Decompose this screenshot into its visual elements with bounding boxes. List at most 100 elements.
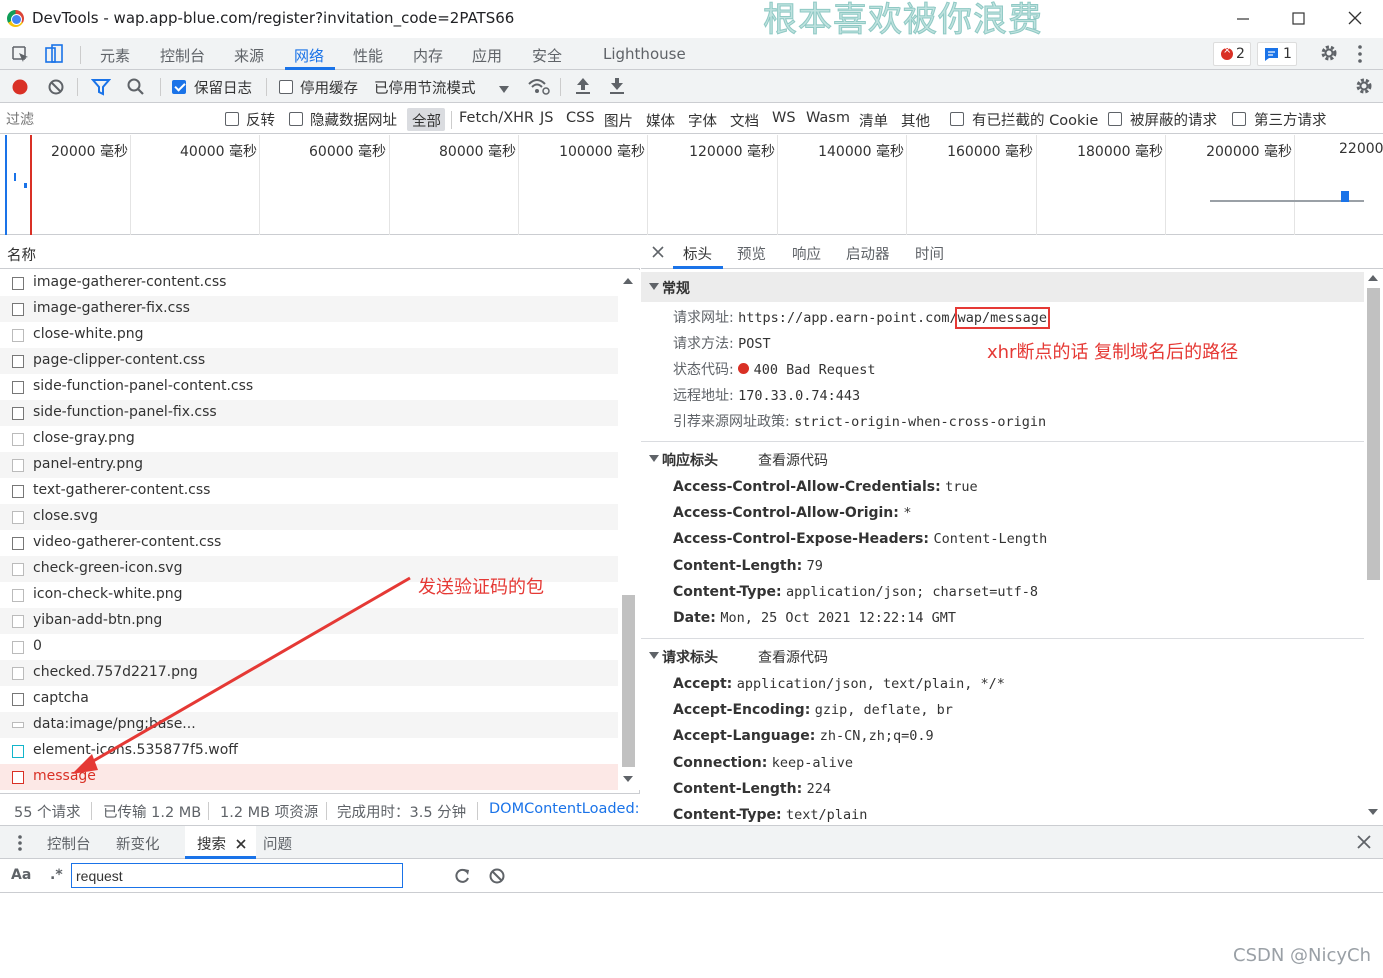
type-filter-css[interactable]: CSS — [566, 110, 595, 126]
tab-sources[interactable]: 来源 — [234, 45, 264, 66]
type-filter-font[interactable]: 字体 — [688, 110, 717, 131]
tab-initiator[interactable]: 启动器 — [846, 243, 890, 264]
header-row: Access-Control-Expose-Headers: Content-L… — [673, 531, 1047, 547]
request-row[interactable]: video-gatherer-content.css — [0, 530, 618, 556]
tab-performance[interactable]: 性能 — [353, 45, 383, 66]
request-url-path-highlight: wap/message — [954, 307, 1051, 329]
regex-toggle[interactable]: .* — [50, 867, 63, 883]
drawer-tab-console[interactable]: 控制台 — [47, 833, 91, 854]
network-settings-button[interactable] — [1354, 76, 1374, 100]
clear-search-button[interactable] — [488, 867, 506, 889]
request-row[interactable]: panel-entry.png — [0, 452, 618, 478]
request-headers-section-header[interactable]: 请求标头 查看源代码 — [641, 641, 1364, 671]
throttling-select[interactable]: 已停用节流模式 — [374, 77, 476, 98]
blocked-requests-checkbox[interactable] — [1108, 112, 1122, 126]
tab-lighthouse[interactable]: Lighthouse — [603, 45, 686, 63]
preserve-log-checkbox[interactable] — [172, 80, 186, 94]
network-conditions-button[interactable] — [527, 76, 551, 100]
errors-badge[interactable]: × 2 — [1213, 42, 1251, 66]
request-row[interactable]: side-function-panel-fix.css — [0, 400, 618, 426]
close-drawer-button[interactable] — [1357, 835, 1371, 853]
close-window-button[interactable] — [1342, 7, 1368, 31]
request-row[interactable]: image-gatherer-fix.css — [0, 296, 618, 322]
request-row[interactable]: close-white.png — [0, 322, 618, 348]
maximize-button[interactable] — [1285, 7, 1311, 31]
detail-scrollbar[interactable] — [1364, 270, 1383, 825]
tab-console[interactable]: 控制台 — [160, 45, 205, 66]
grid-line — [647, 135, 648, 235]
type-filter-js[interactable]: JS — [540, 110, 553, 126]
throttling-dropdown-button[interactable] — [499, 82, 509, 98]
drawer-tab-issues[interactable]: 问题 — [263, 833, 292, 854]
request-view-source-link[interactable]: 查看源代码 — [758, 647, 828, 667]
devtools-settings-button[interactable] — [1319, 43, 1339, 67]
match-case-toggle[interactable]: Aa — [11, 867, 31, 883]
network-overview-timeline[interactable]: 20000 毫秒 40000 毫秒 60000 毫秒 80000 毫秒 1000… — [0, 135, 1383, 235]
request-row[interactable]: checked.757d2217.png — [0, 660, 618, 686]
minimize-button[interactable] — [1230, 7, 1256, 31]
type-filter-all[interactable]: 全部 — [412, 110, 441, 131]
scrollbar-thumb[interactable] — [1367, 288, 1380, 580]
request-row[interactable]: close-gray.png — [0, 426, 618, 452]
tab-preview[interactable]: 预览 — [737, 243, 766, 264]
download-icon — [610, 78, 624, 94]
type-filter-fetch-xhr[interactable]: Fetch/XHR — [459, 110, 534, 126]
filter-toggle-button[interactable] — [90, 78, 112, 100]
tab-elements[interactable]: 元素 — [100, 45, 130, 66]
request-row[interactable]: yiban-add-btn.png — [0, 608, 618, 634]
search-input[interactable] — [71, 863, 403, 888]
request-row[interactable]: page-clipper-content.css — [0, 348, 618, 374]
request-list-scrollbar[interactable] — [618, 270, 640, 790]
type-filter-img[interactable]: 图片 — [604, 110, 633, 131]
request-row[interactable]: captcha — [0, 686, 618, 712]
request-row[interactable]: text-gatherer-content.css — [0, 478, 618, 504]
general-section-header[interactable]: 常规 — [641, 272, 1364, 302]
export-har-button[interactable] — [608, 77, 626, 99]
messages-badge[interactable]: 1 — [1257, 42, 1297, 66]
invert-checkbox[interactable] — [225, 112, 239, 126]
filter-input[interactable] — [6, 108, 206, 130]
device-toolbar-button[interactable] — [43, 43, 67, 69]
type-filter-manifest[interactable]: 清单 — [859, 110, 888, 131]
type-filter-wasm[interactable]: Wasm — [806, 110, 850, 126]
scrollbar-thumb[interactable] — [622, 595, 635, 767]
drawer-menu-button[interactable] — [17, 834, 23, 856]
tab-application[interactable]: 应用 — [472, 45, 502, 66]
tab-response[interactable]: 响应 — [792, 243, 821, 264]
type-filter-doc[interactable]: 文档 — [730, 110, 759, 131]
tab-headers[interactable]: 标头 — [683, 243, 712, 264]
close-detail-button[interactable] — [652, 246, 664, 262]
request-row[interactable]: message — [0, 764, 618, 790]
disable-cache-checkbox[interactable] — [279, 80, 293, 94]
drawer-tab-search[interactable]: 搜索 — [197, 833, 226, 854]
response-view-source-link[interactable]: 查看源代码 — [758, 450, 828, 470]
tab-timing[interactable]: 时间 — [915, 243, 944, 264]
tab-network[interactable]: 网络 — [294, 45, 324, 66]
response-headers-section-header[interactable]: 响应标头 查看源代码 — [641, 444, 1364, 474]
request-row[interactable]: data:image/png;base... — [0, 712, 618, 738]
request-row[interactable]: 0 — [0, 634, 618, 660]
request-row[interactable]: close.svg — [0, 504, 618, 530]
type-filter-media[interactable]: 媒体 — [646, 110, 675, 131]
drawer-tab-whats-new[interactable]: 新变化 — [116, 833, 160, 854]
third-party-checkbox[interactable] — [1232, 112, 1246, 126]
tab-security[interactable]: 安全 — [532, 45, 562, 66]
close-search-tab-button[interactable] — [236, 837, 246, 853]
name-column-header[interactable]: 名称 — [0, 236, 640, 269]
preserve-log-label: 保留日志 — [194, 81, 252, 97]
clear-button[interactable] — [47, 78, 65, 100]
request-row[interactable]: side-function-panel-content.css — [0, 374, 618, 400]
tab-memory[interactable]: 内存 — [413, 45, 443, 66]
record-button[interactable] — [11, 78, 29, 100]
hide-data-urls-checkbox[interactable] — [289, 112, 303, 126]
search-button[interactable] — [126, 77, 146, 101]
import-har-button[interactable] — [574, 77, 592, 99]
inspect-element-button[interactable] — [10, 44, 32, 68]
refresh-search-button[interactable] — [453, 867, 471, 889]
request-row[interactable]: image-gatherer-content.css — [0, 270, 618, 296]
request-row[interactable]: element-icons.535877f5.woff — [0, 738, 618, 764]
type-filter-other[interactable]: 其他 — [901, 110, 930, 131]
blocked-cookies-checkbox[interactable] — [950, 112, 964, 126]
type-filter-ws[interactable]: WS — [772, 110, 796, 126]
more-options-button[interactable] — [1356, 44, 1364, 68]
